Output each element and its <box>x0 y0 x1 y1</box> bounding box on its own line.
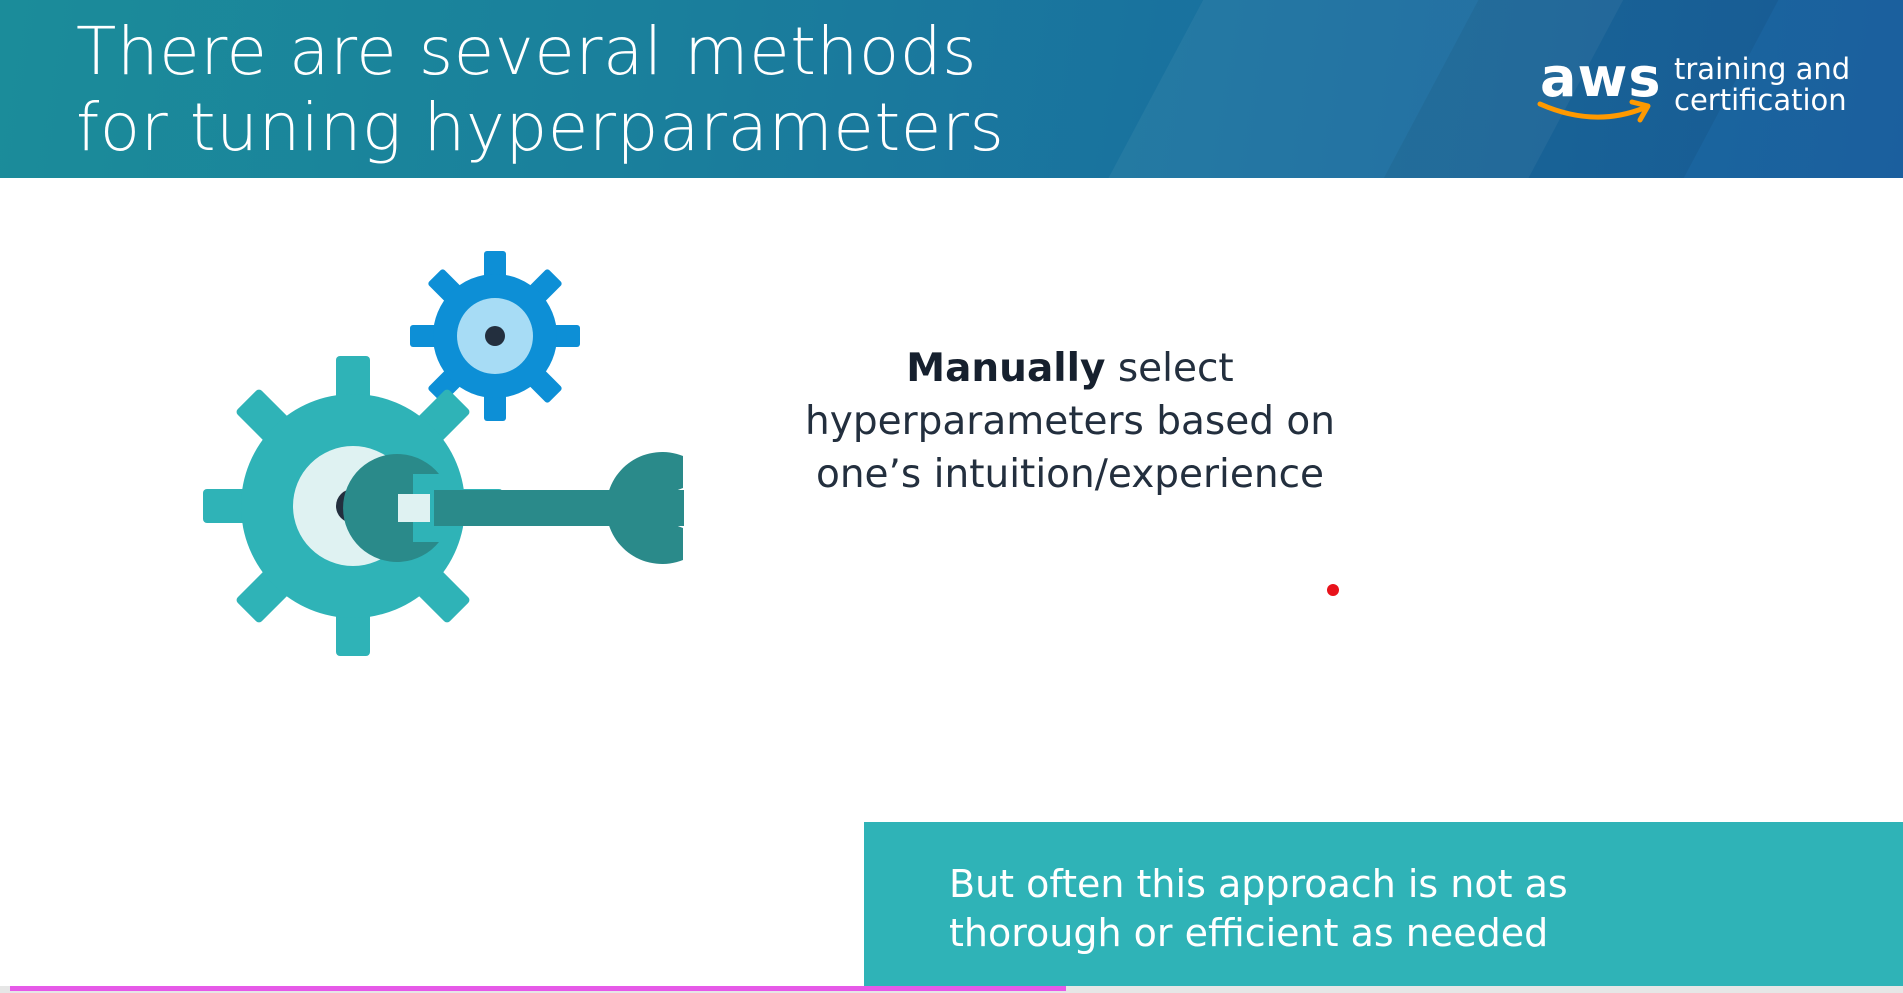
method-name-bold: Manually <box>906 346 1106 391</box>
slide-header: There are several methods for tuning hyp… <box>0 0 1903 178</box>
aws-logo-subtitle: training and certification <box>1674 54 1850 116</box>
laser-pointer-dot <box>1327 584 1339 596</box>
method-description-line-3: one’s intuition/experience <box>815 452 1325 497</box>
callout-line-1: But often this approach is not as <box>949 862 1568 906</box>
video-slide[interactable]: There are several methods for tuning hyp… <box>0 0 1903 993</box>
callout-line-2: thorough or efficient as needed <box>949 911 1549 955</box>
method-description-line-1-rest: select <box>1105 346 1234 391</box>
method-description: Manually select hyperparameters based on… <box>760 342 1380 501</box>
aws-smile-icon <box>1537 99 1651 123</box>
method-description-line-1: Manually select <box>760 342 1380 395</box>
wrench-icon <box>343 452 684 564</box>
callout-box: But often this approach is not as thorou… <box>864 822 1903 993</box>
small-gear-icon <box>410 251 580 421</box>
aws-logo-subtitle-line-1: training and <box>1674 52 1851 86</box>
video-progress-fill[interactable] <box>10 986 1066 991</box>
aws-training-logo: aws training and certification <box>1536 48 1850 138</box>
callout-text: But often this approach is not as thorou… <box>949 860 1568 958</box>
gears-and-wrench-illustration <box>203 251 684 656</box>
slide-title-line-2: for tuning hyperparameters <box>76 89 1005 166</box>
aws-logo-subtitle-line-2: certification <box>1674 83 1847 117</box>
slide-title: There are several methods for tuning hyp… <box>76 14 1004 166</box>
slide-title-line-1: There are several methods <box>76 13 978 90</box>
method-description-line-2: hyperparameters based on <box>805 399 1335 444</box>
